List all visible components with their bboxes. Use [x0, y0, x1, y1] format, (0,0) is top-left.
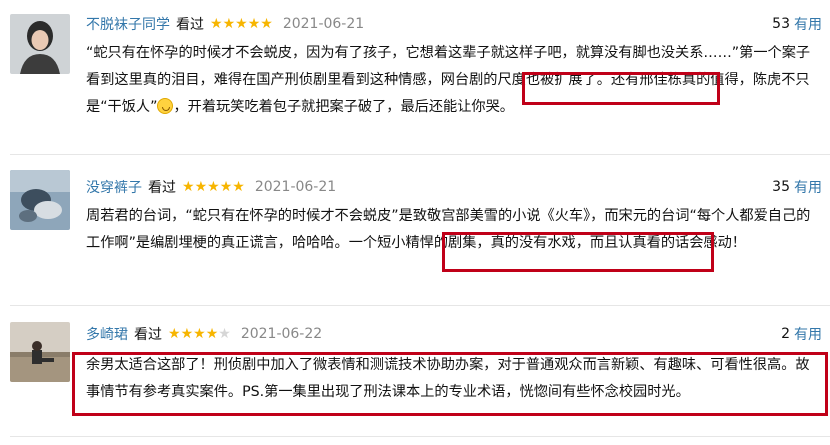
user-avatar[interactable]: [10, 14, 70, 74]
review-meta: 多崎珺 看过 ★ ★ ★ ★ ★ 2021-06-22: [86, 323, 322, 345]
star-icon: ★: [260, 16, 273, 32]
useful-count: 2: [781, 326, 790, 342]
star-icon: ★: [235, 16, 248, 32]
user-avatar[interactable]: [10, 170, 70, 230]
review-meta: 不脱袜子同学 看过 ★ ★ ★ ★ ★ 2021-06-21: [86, 13, 364, 35]
useful-vote: 53 有用: [772, 13, 822, 35]
useful-button[interactable]: 有用: [794, 324, 822, 344]
useful-button[interactable]: 有用: [794, 14, 822, 34]
star-icon: ★: [222, 16, 236, 32]
star-icon: ★: [168, 326, 181, 342]
review-date: 2021-06-22: [240, 326, 323, 342]
watch-status: 看过: [134, 327, 162, 343]
useful-button[interactable]: 有用: [794, 177, 822, 197]
review-username[interactable]: 没穿裤子: [86, 177, 142, 197]
star-icon: ★: [210, 16, 223, 32]
useful-count: 53: [772, 16, 790, 32]
rating-stars: ★ ★ ★ ★ ★: [182, 180, 245, 194]
star-icon: ★: [219, 179, 233, 195]
useful-vote: 2 有用: [781, 323, 822, 345]
review-text-tail: ，开着玩笑吃着包子就把案子破了，最后还能让你哭。: [173, 99, 514, 115]
user-avatar[interactable]: [10, 322, 70, 382]
highlight-box: [72, 352, 828, 416]
review-date: 2021-06-21: [282, 16, 365, 32]
highlight-box: [522, 72, 720, 105]
star-icon: ★: [180, 326, 194, 342]
crying-laughing-face-icon: [157, 98, 174, 114]
review-divider: [10, 305, 830, 306]
star-icon: ★: [218, 326, 231, 342]
star-icon: ★: [193, 326, 206, 342]
star-icon: ★: [232, 179, 245, 195]
watch-status: 看过: [176, 17, 204, 33]
star-icon: ★: [205, 326, 219, 342]
useful-count: 35: [772, 179, 790, 195]
review-divider: [10, 436, 830, 437]
review-divider: [10, 154, 830, 155]
star-icon: ★: [207, 179, 220, 195]
star-icon: ★: [182, 179, 195, 195]
highlight-box: [442, 232, 714, 272]
review-date: 2021-06-21: [254, 179, 337, 195]
review-meta: 没穿裤子 看过 ★ ★ ★ ★ ★ 2021-06-21: [86, 176, 336, 198]
star-icon: ★: [247, 16, 261, 32]
watch-status: 看过: [148, 180, 176, 196]
star-icon: ★: [194, 179, 208, 195]
rating-stars: ★ ★ ★ ★ ★: [168, 327, 231, 341]
review-username[interactable]: 不脱袜子同学: [86, 14, 170, 34]
review-username[interactable]: 多崎珺: [86, 324, 128, 344]
rating-stars: ★ ★ ★ ★ ★: [210, 17, 273, 31]
useful-vote: 35 有用: [772, 176, 822, 198]
